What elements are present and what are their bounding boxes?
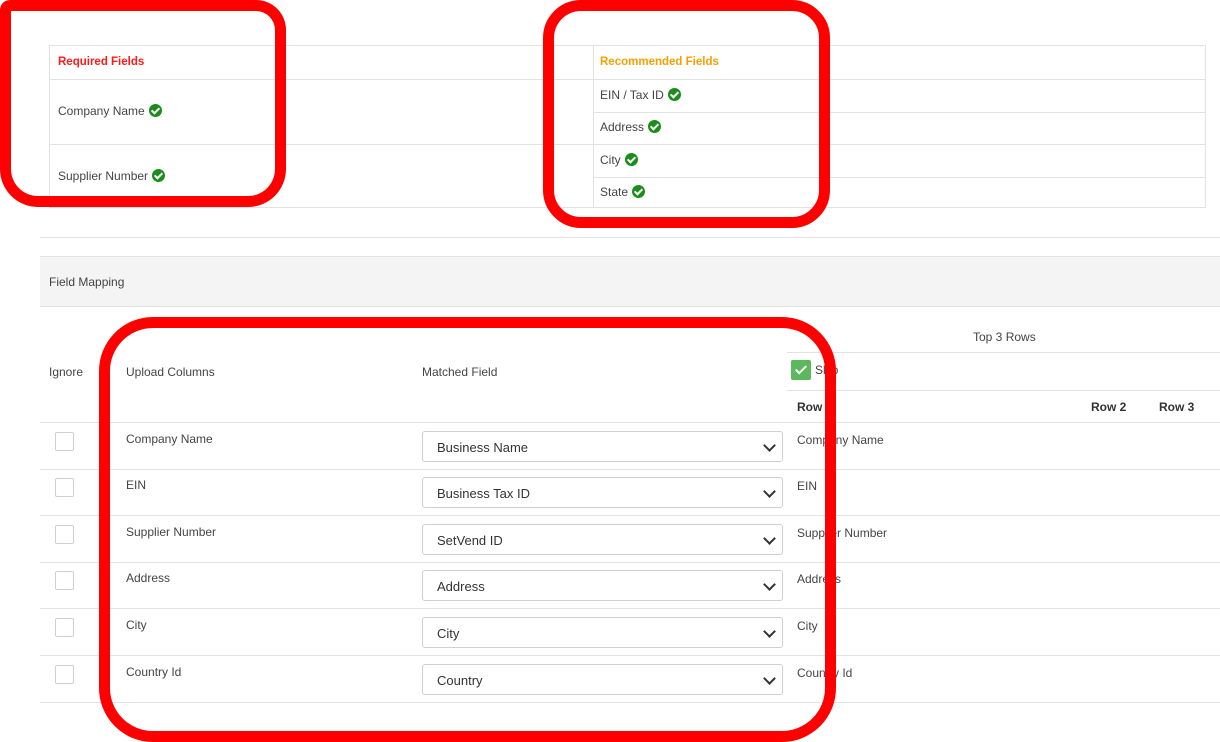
row-divider [787,352,1220,353]
field-mapping-title: Field Mapping [49,275,125,289]
recommended-fields-highlight [543,0,830,228]
section-divider [40,237,1220,238]
top-rows-label: Top 3 Rows [973,330,1036,344]
ignore-checkbox[interactable] [55,571,74,590]
mapping-columns-highlight [99,317,836,742]
required-fields-highlight [0,0,286,207]
row-3-header: Row 3 [1159,400,1195,414]
ignore-checkbox[interactable] [55,478,74,497]
row-divider [787,390,1220,391]
ignore-checkbox[interactable] [55,525,74,544]
ignore-checkbox[interactable] [55,665,74,684]
ignore-checkbox[interactable] [55,432,74,451]
field-mapping-bar [40,256,1220,307]
row-2-header: Row 2 [1091,400,1127,414]
ignore-column-header: Ignore [49,365,84,379]
ignore-checkbox[interactable] [55,618,74,637]
